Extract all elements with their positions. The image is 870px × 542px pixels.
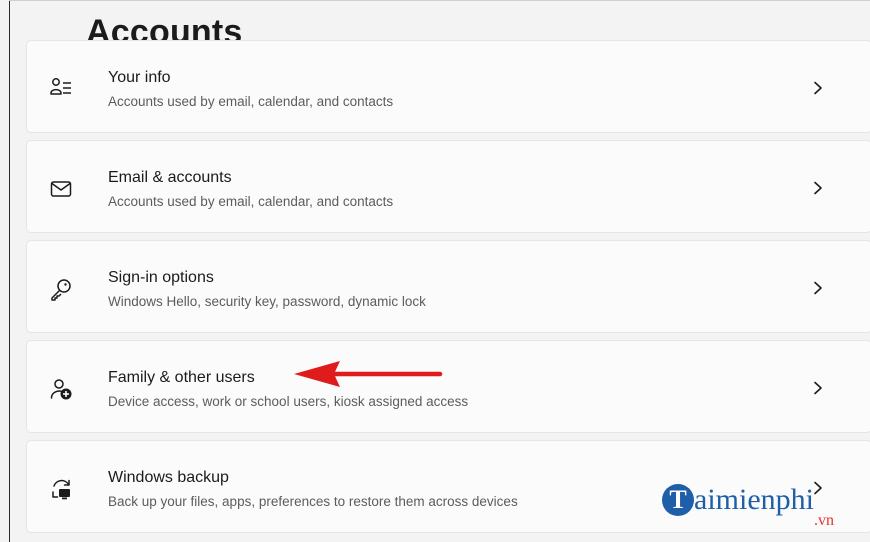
settings-item-subtitle: Accounts used by email, calendar, and co… <box>108 94 394 109</box>
mail-icon <box>50 181 72 197</box>
taimienphi-watermark: T aimienphi .vn <box>660 480 860 536</box>
settings-item-sign-in-options[interactable]: Sign-in options Windows Hello, security … <box>26 240 870 333</box>
person-list-icon <box>50 78 71 95</box>
chevron-right-icon <box>814 181 822 195</box>
settings-item-title: Family & other users <box>108 369 255 386</box>
settings-item-subtitle: Back up your files, apps, preferences to… <box>108 494 518 509</box>
watermark-logo: T <box>662 484 694 516</box>
chevron-right-icon <box>814 381 822 395</box>
settings-item-title: Email & accounts <box>108 169 232 186</box>
window-top-edge <box>9 0 870 1</box>
settings-item-subtitle: Device access, work or school users, kio… <box>108 394 469 409</box>
settings-item-email-accounts[interactable]: Email & accounts Accounts used by email,… <box>26 140 870 233</box>
person-add-icon <box>50 379 72 400</box>
backup-icon <box>52 479 70 500</box>
red-arrow-annotation <box>294 361 443 387</box>
chevron-right-icon <box>814 81 822 95</box>
key-icon <box>51 279 71 301</box>
settings-item-subtitle: Accounts used by email, calendar, and co… <box>108 194 394 209</box>
settings-item-title: Sign-in options <box>108 269 214 286</box>
chevron-right-icon <box>814 281 822 295</box>
watermark-suffix: .vn <box>814 512 834 529</box>
window-left-edge <box>9 0 10 542</box>
settings-window: Accounts Your info Accounts used by emai… <box>0 0 870 542</box>
settings-item-title: Windows backup <box>108 469 229 486</box>
watermark-text: aimienphi <box>694 483 814 516</box>
settings-item-subtitle: Windows Hello, security key, password, d… <box>108 294 426 309</box>
settings-item-title: Your info <box>108 69 171 86</box>
settings-item-your-info[interactable]: Your info Accounts used by email, calend… <box>26 40 870 133</box>
